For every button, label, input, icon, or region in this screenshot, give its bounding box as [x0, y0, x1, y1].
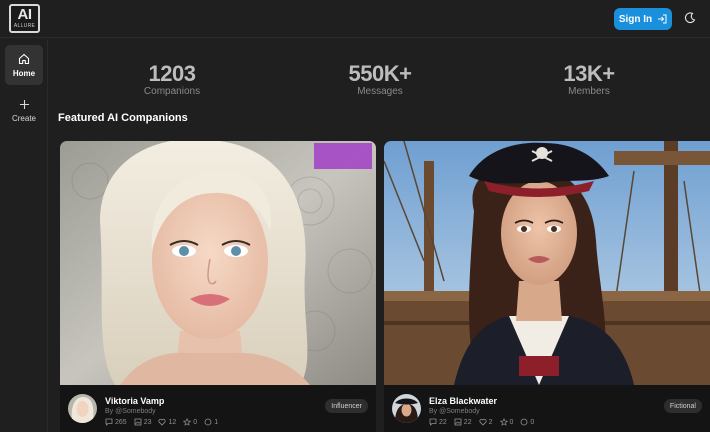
- sign-in-label: Sign In: [618, 13, 653, 25]
- card-footer: Elza Blackwater By @Somebody 22 22 2 0 0…: [384, 385, 710, 432]
- logo-mark: AI: [17, 6, 33, 23]
- portrait-illustration: [384, 141, 710, 385]
- stat-value: 1203: [148, 61, 196, 86]
- stat-messages: 550K+ Messages: [310, 61, 450, 98]
- companion-portrait-image[interactable]: [384, 141, 710, 385]
- chat-count: 265: [115, 418, 127, 426]
- comment-count: 0: [530, 418, 535, 426]
- companion-name[interactable]: Elza Blackwater: [429, 396, 497, 406]
- avatar: [392, 394, 421, 423]
- theme-toggle-button[interactable]: [683, 11, 697, 25]
- chat-count: 22: [439, 418, 447, 426]
- stat-value: 13K+: [563, 61, 615, 86]
- app-logo[interactable]: AI ALLURE: [9, 4, 40, 33]
- heart-icon: [479, 418, 487, 426]
- category-badge[interactable]: Influencer: [325, 399, 368, 413]
- moon-icon: [684, 12, 696, 24]
- companion-name[interactable]: Viktoria Vamp: [105, 396, 164, 406]
- section-title: Featured AI Companions: [58, 112, 188, 124]
- like-count: 12: [168, 418, 177, 426]
- comment-count: 1: [214, 418, 219, 426]
- image-count: 23: [143, 418, 152, 426]
- comment-icon: [521, 418, 528, 426]
- star-count: 0: [509, 418, 514, 426]
- like-count: 2: [488, 418, 493, 426]
- companion-author[interactable]: By @Somebody: [429, 408, 480, 415]
- star-icon: [183, 418, 192, 426]
- sidebar: Home Create: [0, 39, 48, 432]
- chat-icon: [429, 418, 437, 426]
- login-icon: [658, 14, 667, 24]
- image-icon: [134, 418, 142, 426]
- sidebar-item-create[interactable]: Create: [5, 91, 43, 131]
- stat-label: Messages: [357, 86, 403, 97]
- card-footer: Viktoria Vamp By @Somebody 265 23 12 0 1…: [60, 385, 376, 432]
- companion-stats: 22 22 2 0 0: [429, 418, 534, 426]
- sign-in-button[interactable]: Sign In: [614, 8, 672, 30]
- companion-author[interactable]: By @Somebody: [105, 408, 156, 415]
- stat-label: Companions: [143, 86, 201, 97]
- star-count: 0: [193, 418, 198, 426]
- chat-icon: [105, 418, 113, 426]
- companion-card[interactable]: Viktoria Vamp By @Somebody 265 23 12 0 1…: [60, 141, 376, 432]
- portrait-illustration: [60, 141, 376, 385]
- stat-members: 13K+ Members: [519, 61, 659, 98]
- star-icon: [499, 418, 508, 426]
- plus-icon: [19, 100, 29, 109]
- companion-stats: 265 23 12 0 1: [105, 418, 218, 426]
- sidebar-item-label: Create: [11, 114, 36, 123]
- sidebar-item-label: Home: [12, 68, 36, 78]
- heart-icon: [158, 418, 167, 426]
- stat-companions: 1203 Companions: [102, 61, 242, 98]
- image-count: 22: [463, 418, 472, 426]
- stat-value: 550K+: [348, 61, 412, 86]
- stat-label: Members: [568, 86, 610, 97]
- avatar: [68, 394, 97, 423]
- image-icon: [454, 418, 462, 426]
- logo-wordmark: ALLURE: [13, 23, 36, 29]
- sidebar-item-home[interactable]: Home: [5, 45, 43, 85]
- companion-portrait-image[interactable]: [60, 141, 376, 385]
- top-bar: AI ALLURE Sign In: [0, 0, 710, 38]
- companion-card[interactable]: Elza Blackwater By @Somebody 22 22 2 0 0…: [384, 141, 710, 432]
- category-badge[interactable]: Fictional: [663, 399, 702, 413]
- home-icon: [18, 53, 30, 64]
- comment-icon: [204, 418, 212, 426]
